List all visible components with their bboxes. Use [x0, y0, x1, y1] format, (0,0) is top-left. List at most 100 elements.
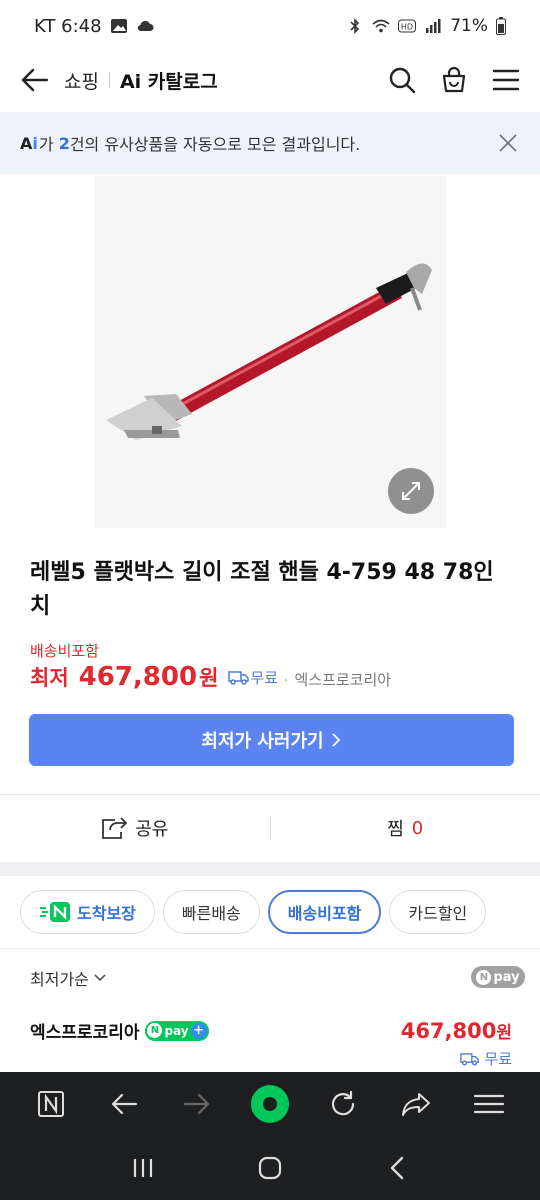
plus-icon: + [190, 1022, 207, 1039]
system-back-button[interactable] [375, 1146, 419, 1190]
free-shipping: 무료 [228, 667, 278, 688]
status-bar: KT 6:48 HD 71% [0, 0, 540, 52]
reload-icon [332, 1090, 355, 1116]
search-button[interactable] [386, 64, 418, 96]
chip-card-discount[interactable]: 카드할인 [389, 890, 487, 934]
offer-free-ship-label: 무료 [484, 1050, 512, 1068]
system-home-button[interactable] [248, 1146, 292, 1190]
gallery-icon [110, 19, 127, 33]
filter-chips: 도착보장 빠른배송 배송비포함 카드할인 [20, 890, 487, 934]
status-left: KT 6:48 [34, 16, 154, 37]
chip-label: 카드할인 [408, 904, 468, 923]
shipping-included-label: 배송비포함 [30, 642, 100, 660]
product-title: 레벨5 플랫박스 길이 조절 핸들 4-759 48 78인치 [30, 560, 494, 619]
menu-button[interactable] [490, 64, 522, 96]
cloud-icon [137, 20, 154, 32]
section-gap [0, 862, 540, 876]
share-forward-icon [402, 1093, 431, 1116]
back-button[interactable] [18, 63, 52, 97]
chip-arrival-guarantee[interactable]: 도착보장 [20, 890, 155, 934]
bluetooth-icon [350, 18, 360, 34]
expand-image-button[interactable] [388, 468, 434, 514]
browser-back-button[interactable] [102, 1082, 146, 1126]
offer-free-shipping: 무료 [460, 1048, 512, 1069]
chevron-down-icon [94, 974, 106, 982]
home-icon [250, 1085, 289, 1123]
search-icon [389, 67, 416, 94]
share-button[interactable]: 공유 [0, 815, 270, 841]
back-arrow-icon [21, 68, 49, 92]
free-ship-label: 무료 [250, 668, 278, 687]
naver-n-icon: N [147, 1023, 163, 1038]
offer-price[interactable]: 467,800원 [401, 1018, 512, 1043]
share-wish-row: 공유 찜 0 [0, 795, 540, 861]
wish-label: 찜 [387, 819, 404, 840]
truck-icon [228, 671, 250, 685]
hamburger-icon [474, 1094, 505, 1114]
system-nav-bar [0, 1136, 540, 1200]
wifi-icon [372, 19, 390, 33]
chip-label: 배송비포함 [287, 904, 362, 923]
buy-button-label: 최저가 사러가기 [201, 731, 324, 752]
cart-icon [442, 66, 466, 93]
offer-price-currency: 원 [496, 1023, 512, 1043]
ai-logo-i: i [32, 133, 38, 153]
status-right: HD 71% [346, 16, 506, 36]
chevron-right-icon [331, 733, 340, 747]
breadcrumb-separator [108, 72, 110, 88]
recents-button[interactable] [121, 1146, 165, 1190]
fast-delivery-n-icon [40, 902, 70, 922]
ai-banner: Ai 가 2 건의 유사상품을 자동으로 모은 결과입니다. [0, 112, 540, 174]
home-circle-icon [258, 1156, 282, 1180]
chip-fast-delivery[interactable]: 빠른배송 [162, 890, 260, 934]
price-currency: 원 [199, 666, 219, 690]
share-page-button[interactable] [394, 1082, 438, 1126]
npay-filter-button[interactable]: N pay [471, 966, 525, 988]
price-row: 최저 467,800 원 무료 · 엑스프로코리아 [30, 662, 391, 692]
npay-plus-badge: N pay + [145, 1020, 209, 1041]
battery-percent: 71% [450, 16, 488, 36]
reload-button[interactable] [321, 1082, 365, 1126]
naver-n-icon: N [476, 969, 492, 985]
npay-label: pay [164, 1023, 189, 1038]
npay-label: pay [493, 969, 520, 985]
green-home-button[interactable] [248, 1082, 292, 1126]
sort-dropdown[interactable]: 최저가순 [30, 966, 107, 990]
seller-name[interactable]: 엑스프로코리아 [294, 669, 391, 690]
wish-count: 0 [411, 817, 424, 839]
chip-shipping-included[interactable]: 배송비포함 [267, 890, 382, 934]
expand-icon [402, 482, 420, 500]
signal-icon [426, 19, 441, 33]
system-back-icon [390, 1156, 403, 1180]
banner-pre: 가 [38, 135, 59, 154]
ai-logo: Ai [20, 134, 38, 153]
app-header: 쇼핑 Ai 카탈로그 [0, 52, 540, 108]
browser-menu-button[interactable] [467, 1082, 511, 1126]
naver-home-button[interactable] [29, 1082, 73, 1126]
buy-lowest-button[interactable]: 최저가 사러가기 [29, 714, 514, 766]
breadcrumb-shopping[interactable]: 쇼핑 [64, 67, 99, 94]
separator-dot: · [284, 673, 289, 689]
browser-forward-button[interactable] [175, 1082, 219, 1126]
banner-close-button[interactable] [496, 131, 520, 155]
menu-icon [492, 69, 520, 91]
header-actions [386, 64, 522, 96]
offer-seller-name: 엑스프로코리아 [30, 1023, 140, 1043]
offer-price-value: 467,800 [400, 1019, 497, 1043]
battery-icon [496, 17, 506, 35]
offer-seller[interactable]: 엑스프로코리아 N pay + [30, 1018, 209, 1043]
browser-back-icon [111, 1093, 137, 1115]
wish-button[interactable]: 찜 0 [271, 815, 540, 841]
ai-logo-a: A [20, 133, 33, 153]
chip-label: 도착보장 [77, 904, 136, 923]
truck-icon [460, 1053, 480, 1066]
carrier-time: KT 6:48 [34, 15, 102, 37]
recents-icon [134, 1159, 153, 1177]
cart-button[interactable] [438, 64, 470, 96]
close-icon [499, 134, 517, 152]
sort-label: 최저가순 [30, 970, 89, 989]
product-image[interactable]: LVL5 [94, 176, 446, 528]
hd-icon: HD [398, 19, 417, 33]
chip-label: 빠른배송 [181, 904, 241, 923]
svg-text:HD: HD [401, 23, 413, 32]
